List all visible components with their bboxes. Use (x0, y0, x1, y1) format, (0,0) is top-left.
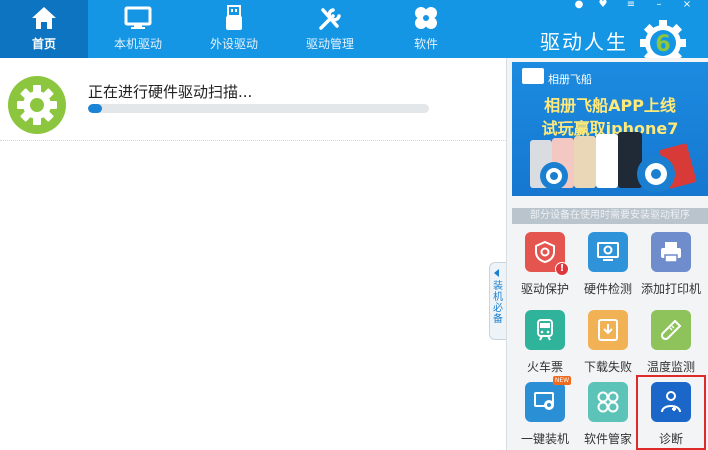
tool-train-tickets[interactable]: 火车票 (514, 310, 576, 375)
tool-hardware-check[interactable]: 硬件检测 (577, 232, 639, 297)
promo-banner[interactable]: 相册飞船 相册飞船APP上线 试玩赢取iphone7 (512, 62, 708, 196)
nav-tab-software[interactable]: 软件 (384, 0, 468, 58)
tool-label: 驱动保护 (520, 282, 569, 296)
tool-add-printer[interactable]: 添加打印机 (640, 232, 702, 297)
tool-temperature-monitor[interactable]: 温度监测 (640, 310, 702, 375)
minimize-icon[interactable]: – (652, 0, 666, 10)
tool-software-manager[interactable]: 软件管家 (577, 382, 639, 447)
usb-icon (219, 4, 249, 32)
notice-bar: 部分设备在使用时需要安装驱动程序 (512, 208, 708, 224)
download-fail-icon (598, 319, 618, 341)
selection-highlight (636, 375, 706, 450)
shield-gear-icon (535, 240, 555, 264)
feedback-icon[interactable]: ● (572, 0, 586, 10)
nav-tab-local-drivers[interactable]: 本机驱动 (96, 0, 180, 58)
tool-label: 温度监测 (646, 360, 695, 374)
apps-icon (597, 391, 619, 413)
tool-label: 添加打印机 (640, 282, 701, 296)
tool-tile (651, 232, 691, 272)
tool-tile (651, 310, 691, 350)
tool-label: 下载失败 (583, 360, 632, 374)
nav-tab-label: 首页 (31, 37, 56, 51)
collapse-arrow-icon (494, 269, 499, 277)
nav-tab-peripheral-drivers[interactable]: 外设驱动 (192, 0, 276, 58)
tool-tile (588, 232, 628, 272)
nav-tab-label: 软件 (413, 37, 438, 51)
thermometer-icon (660, 319, 682, 341)
tool-tile: NEW (525, 376, 571, 422)
clover-icon (411, 4, 441, 32)
warning-badge: ! (555, 262, 569, 276)
divider (0, 140, 506, 141)
tool-label: 硬件检测 (583, 282, 632, 296)
scan-status-text: 正在进行硬件驱动扫描... (88, 83, 253, 101)
scan-progress-fill (88, 104, 102, 113)
nav-tab-label: 驱动管理 (305, 37, 354, 51)
tool-label: 软件管家 (583, 432, 632, 446)
banner-phones-image (530, 132, 697, 193)
monitor-check-icon (597, 242, 619, 261)
install-icon (534, 392, 554, 410)
scan-gear-icon (8, 76, 66, 134)
nav-tab-driver-management[interactable]: 驱动管理 (288, 0, 372, 58)
tool-label: 火车票 (526, 360, 563, 374)
close-icon[interactable]: × (680, 0, 694, 10)
nav-tab-label: 外设驱动 (209, 37, 258, 51)
skin-icon[interactable]: ♥ (596, 0, 610, 10)
nav-tab-home[interactable]: 首页 (0, 0, 88, 58)
brand-logo-digit: 6 (655, 32, 670, 57)
tool-download-failure[interactable]: 下载失败 (577, 310, 639, 375)
nav-tab-label: 本机驱动 (113, 37, 162, 51)
menu-icon[interactable]: ≡ (624, 0, 638, 10)
brand-name: 驱动人生 (540, 30, 628, 54)
tool-tile: ! (525, 232, 569, 276)
tool-label: 一键装机 (520, 432, 569, 446)
new-badge: NEW (553, 376, 571, 385)
side-tab-label: 装机必备 (493, 281, 503, 325)
brand-logo-icon: 6 (636, 16, 690, 66)
home-icon (29, 4, 59, 32)
tool-tile (588, 382, 628, 422)
tool-one-click-install[interactable]: NEW 一键装机 (514, 376, 576, 447)
wrench-icon (315, 4, 345, 32)
monitor-icon (123, 4, 153, 32)
train-icon (537, 319, 553, 341)
tool-tile (588, 310, 628, 350)
top-nav-bar: 首页 本机驱动 外设驱动 驱动管理 软件 ● ♥ ≡ – × 驱动人生 6 (0, 0, 708, 66)
tool-tile (525, 310, 565, 350)
essentials-side-tab[interactable]: 装机必备 (489, 262, 506, 340)
scan-progress-bar (88, 104, 429, 113)
printer-icon (661, 242, 681, 263)
main-content: 正在进行硬件驱动扫描... (0, 58, 506, 450)
tool-driver-protection[interactable]: ! 驱动保护 (514, 232, 576, 297)
